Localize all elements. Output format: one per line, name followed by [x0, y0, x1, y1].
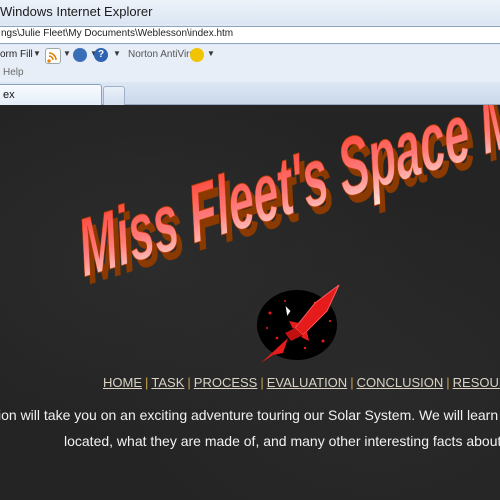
research-icon[interactable] [73, 48, 87, 62]
form-fill-button[interactable]: orm Fill [0, 49, 33, 60]
intro-text-line-2: located, what they are made of, and many… [64, 433, 500, 449]
window-title: Windows Internet Explorer [0, 4, 153, 19]
chevron-down-icon[interactable]: ▼ [207, 49, 215, 58]
web-page: Miss Fleet's Space Mission Miss Fleet's … [0, 105, 500, 500]
norton-icon[interactable] [190, 48, 204, 62]
help-icon[interactable]: ? [94, 48, 108, 62]
nav-process-link[interactable]: PROCESS [194, 375, 258, 390]
new-tab-button[interactable] [103, 86, 125, 105]
address-url: ngs\Julie Fleet\My Documents\Weblesson\i… [1, 28, 234, 39]
nav-resources-link[interactable]: RESOURCES [453, 375, 500, 390]
tab-bar: ex [0, 82, 500, 105]
tab-label: ex [3, 89, 15, 101]
intro-text-line-1: ion will take you on an exciting adventu… [0, 407, 500, 423]
chevron-down-icon[interactable]: ▼ [33, 49, 41, 58]
nav-separator: | [446, 375, 450, 390]
title-bar: Windows Internet Explorer [0, 0, 500, 25]
nav-separator: | [145, 375, 149, 390]
feeds-icon[interactable] [45, 48, 61, 64]
nav-separator: | [260, 375, 264, 390]
tab-index[interactable]: ex [0, 84, 102, 105]
page-heading: Miss Fleet's Space Mission [73, 105, 500, 295]
site-navigation: HOME | TASK | PROCESS | EVALUATION | CONCLUSION |… [103, 375, 500, 390]
rocket-icon [257, 284, 340, 363]
nav-separator: | [350, 375, 354, 390]
page-heading-art: Miss Fleet's Space Mission Miss Fleet's … [72, 105, 500, 303]
menu-help[interactable]: Help [3, 67, 24, 78]
nav-task-link[interactable]: TASK [151, 375, 184, 390]
nav-conclusion-link[interactable]: CONCLUSION [357, 375, 444, 390]
chevron-down-icon[interactable]: ▼ [113, 49, 121, 58]
nav-home-link[interactable]: HOME [103, 375, 142, 390]
chevron-down-icon[interactable]: ▼ [63, 49, 71, 58]
command-toolbar: orm Fill ▼ ▼ ▼ ? ▼ Norton AntiVirus ▼ [0, 45, 500, 65]
nav-evaluation-link[interactable]: EVALUATION [267, 375, 347, 390]
address-bar-row: ngs\Julie Fleet\My Documents\Weblesson\i… [0, 24, 500, 46]
address-field[interactable]: ngs\Julie Fleet\My Documents\Weblesson\i… [0, 26, 500, 44]
nav-separator: | [187, 375, 191, 390]
menu-bar: Help [0, 65, 500, 83]
